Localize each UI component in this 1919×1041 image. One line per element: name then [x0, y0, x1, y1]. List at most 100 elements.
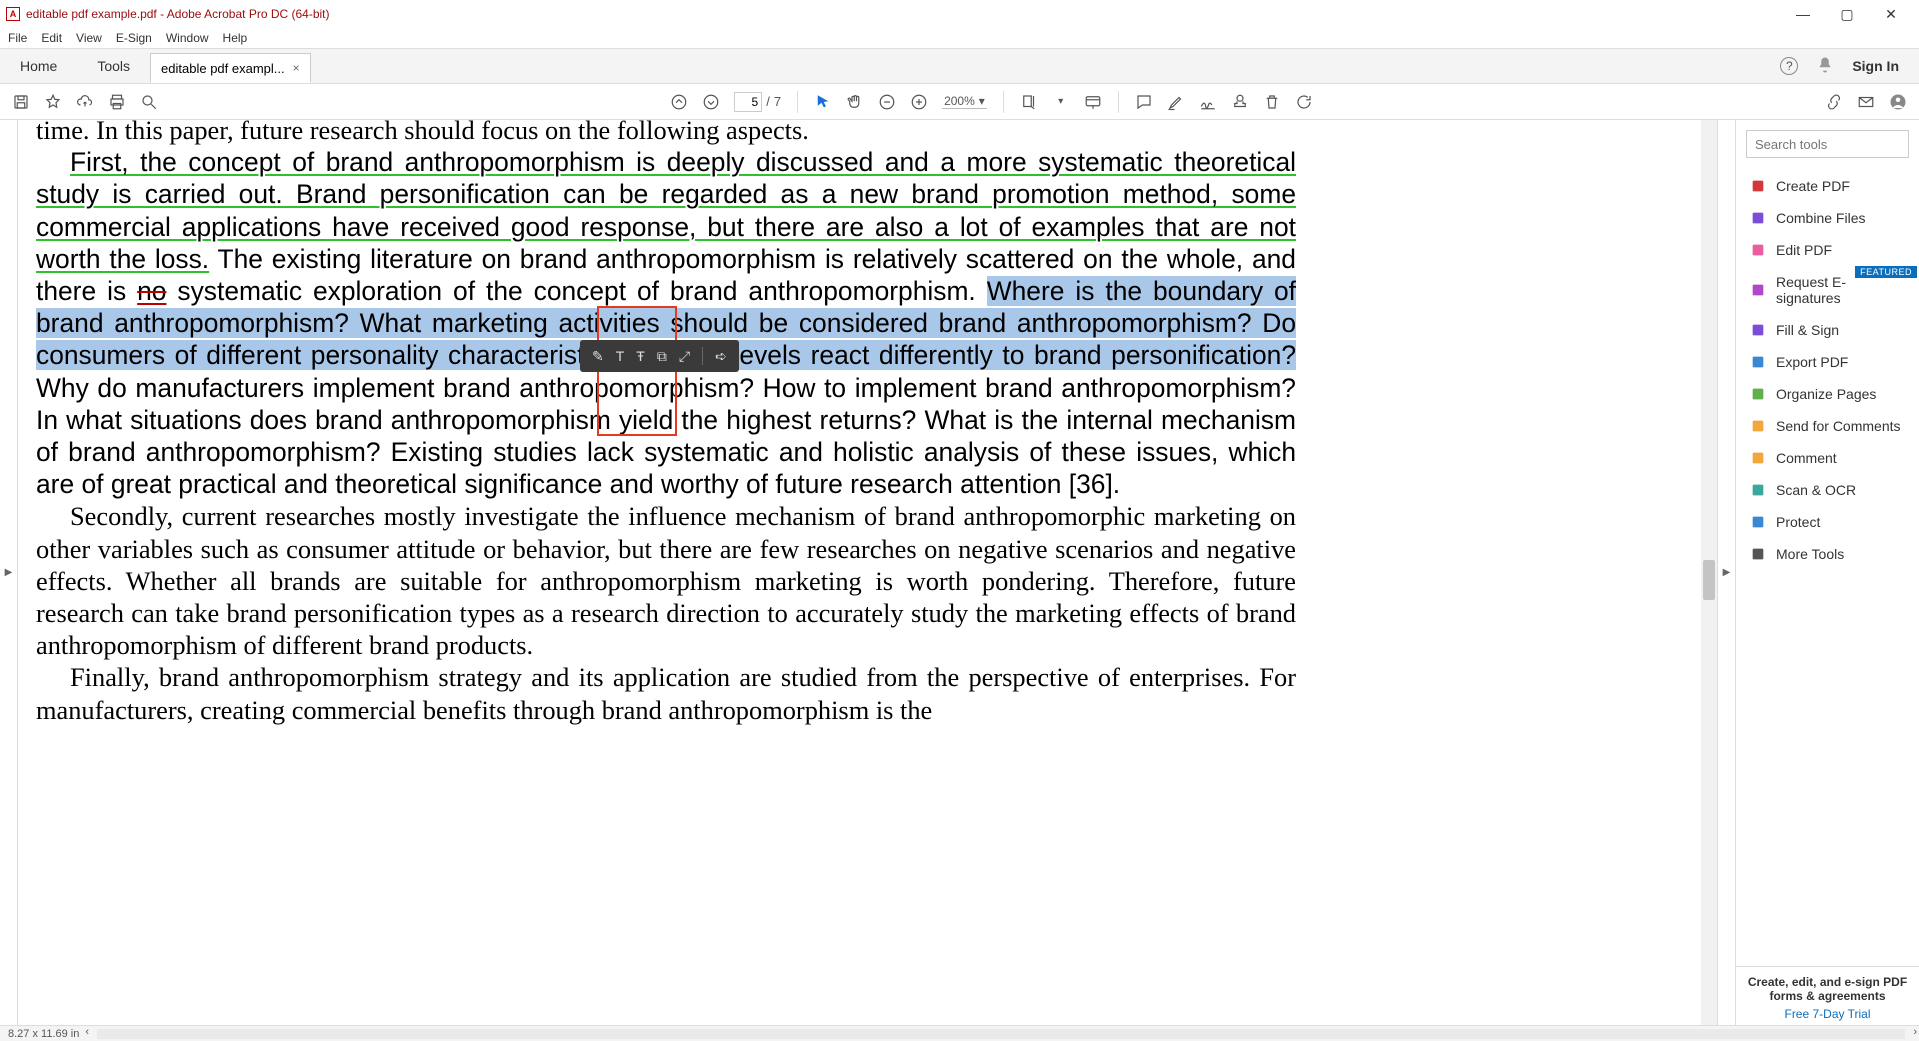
- copy-icon[interactable]: ⧉: [657, 348, 667, 365]
- doc-text: First, the concept of brand anthropomorp…: [36, 146, 1296, 500]
- tool-comment[interactable]: Comment: [1736, 442, 1919, 474]
- tool-protect[interactable]: Protect: [1736, 506, 1919, 538]
- main-toolbar: / 7 200% ▾ ▾: [0, 84, 1919, 120]
- cloud-upload-icon[interactable]: [76, 93, 94, 111]
- star-icon[interactable]: [44, 93, 62, 111]
- menu-view[interactable]: View: [76, 31, 102, 45]
- stamp-icon[interactable]: [1231, 93, 1249, 111]
- fit-page-dropdown-icon[interactable]: ▾: [1052, 93, 1070, 111]
- tool-export-pdf[interactable]: Export PDF: [1736, 346, 1919, 378]
- print-icon[interactable]: [108, 93, 126, 111]
- window-close-button[interactable]: ✕: [1869, 0, 1913, 28]
- tool-label: More Tools: [1776, 546, 1844, 562]
- fit-width-icon[interactable]: [1020, 93, 1038, 111]
- tab-document-close[interactable]: ×: [293, 61, 300, 75]
- tool-icon: [1750, 282, 1766, 298]
- share-link-icon[interactable]: [1825, 93, 1843, 111]
- scrollbar-thumb[interactable]: [1703, 560, 1715, 600]
- menu-bar: File Edit View E-Sign Window Help: [0, 28, 1919, 48]
- chevron-down-icon: ▾: [979, 94, 985, 108]
- zoom-dropdown[interactable]: 200% ▾: [942, 94, 987, 109]
- menu-help[interactable]: Help: [223, 31, 248, 45]
- tool-edit-pdf[interactable]: Edit PDF: [1736, 234, 1919, 266]
- doc-text: Secondly, current researches mostly inve…: [36, 500, 1296, 661]
- delete-icon[interactable]: [1263, 93, 1281, 111]
- tab-home[interactable]: Home: [0, 49, 77, 83]
- vertical-scrollbar[interactable]: [1701, 120, 1717, 1025]
- tool-fill-sign[interactable]: Fill & Sign: [1736, 314, 1919, 346]
- notifications-icon[interactable]: [1816, 56, 1834, 77]
- window-title: editable pdf example.pdf - Adobe Acrobat…: [26, 7, 330, 21]
- window-maximize-button[interactable]: ▢: [1825, 0, 1869, 28]
- rotate-icon[interactable]: [1295, 93, 1313, 111]
- document-viewport[interactable]: time. In this paper, future research sho…: [18, 120, 1717, 1025]
- separator: [702, 347, 703, 365]
- zoom-value: 200%: [944, 94, 975, 108]
- tool-combine-files[interactable]: Combine Files: [1736, 202, 1919, 234]
- menu-window[interactable]: Window: [166, 31, 209, 45]
- tool-label: Combine Files: [1776, 210, 1865, 226]
- page-up-icon[interactable]: [670, 93, 688, 111]
- tool-icon: [1750, 386, 1766, 402]
- tool-label: Create PDF: [1776, 178, 1850, 194]
- promo-box: Create, edit, and e-sign PDF forms & agr…: [1736, 966, 1919, 1025]
- tool-request-e-signatures[interactable]: Request E-signaturesFEATURED: [1736, 266, 1919, 314]
- right-panel-toggle[interactable]: ▶: [1717, 120, 1735, 1025]
- doc-text: time. In this paper, future research sho…: [36, 120, 1296, 146]
- save-icon[interactable]: [12, 93, 30, 111]
- strikethrough-icon[interactable]: Ŧ: [636, 348, 645, 364]
- read-mode-icon[interactable]: [1084, 93, 1102, 111]
- email-icon[interactable]: [1857, 93, 1875, 111]
- tool-icon: [1750, 242, 1766, 258]
- tool-label: Protect: [1776, 514, 1820, 530]
- tools-search: [1746, 130, 1909, 158]
- search-tools-input[interactable]: [1746, 130, 1909, 158]
- tool-scan-ocr[interactable]: Scan & OCR: [1736, 474, 1919, 506]
- tab-tools[interactable]: Tools: [77, 49, 150, 83]
- window-minimize-button[interactable]: —: [1781, 0, 1825, 28]
- highlight-icon[interactable]: [1167, 93, 1185, 111]
- left-panel-toggle[interactable]: ▶: [0, 120, 18, 1025]
- edit-crop-icon[interactable]: ⤢: [679, 348, 690, 365]
- tool-send-for-comments[interactable]: Send for Comments: [1736, 410, 1919, 442]
- workspace: ▶ time. In this paper, future research s…: [0, 120, 1919, 1025]
- strikeout-annotation[interactable]: no: [137, 276, 166, 306]
- page-indicator: / 7: [734, 92, 781, 112]
- sign-in-button[interactable]: Sign In: [1852, 58, 1899, 74]
- horizontal-scrollbar[interactable]: [97, 1029, 1905, 1039]
- tool-icon: [1750, 514, 1766, 530]
- tool-icon: [1750, 546, 1766, 562]
- more-actions-icon[interactable]: ➪: [715, 348, 727, 365]
- tool-label: Send for Comments: [1776, 418, 1901, 434]
- promo-trial-link[interactable]: Free 7-Day Trial: [1742, 1007, 1913, 1021]
- page-current-input[interactable]: [734, 92, 762, 112]
- tool-label: Request E-signatures: [1776, 274, 1905, 306]
- menu-edit[interactable]: Edit: [41, 31, 62, 45]
- tool-icon: [1750, 354, 1766, 370]
- selection-tool-icon[interactable]: [814, 93, 832, 111]
- tool-create-pdf[interactable]: Create PDF: [1736, 170, 1919, 202]
- tool-label: Organize Pages: [1776, 386, 1876, 402]
- add-text-icon[interactable]: T: [616, 348, 625, 364]
- tool-more-tools[interactable]: More Tools: [1736, 538, 1919, 570]
- tab-document[interactable]: editable pdf exampl... ×: [150, 53, 311, 83]
- hand-tool-icon[interactable]: [846, 93, 864, 111]
- tool-icon: [1750, 322, 1766, 338]
- sign-icon[interactable]: [1199, 93, 1217, 111]
- find-icon[interactable]: [140, 93, 158, 111]
- page-down-icon[interactable]: [702, 93, 720, 111]
- zoom-out-icon[interactable]: [878, 93, 896, 111]
- help-icon[interactable]: ?: [1780, 57, 1798, 75]
- highlight-selection-icon[interactable]: ✎: [592, 348, 604, 365]
- menu-file[interactable]: File: [8, 31, 27, 45]
- menu-esign[interactable]: E-Sign: [116, 31, 152, 45]
- page-dimensions: 8.27 x 11.69 in: [8, 1028, 79, 1040]
- account-icon[interactable]: [1889, 93, 1907, 111]
- tool-organize-pages[interactable]: Organize Pages: [1736, 378, 1919, 410]
- sticky-note-icon[interactable]: [1135, 93, 1153, 111]
- zoom-in-icon[interactable]: [910, 93, 928, 111]
- tabs-row: Home Tools editable pdf exampl... × ? Si…: [0, 48, 1919, 84]
- tool-icon: [1750, 210, 1766, 226]
- page-total: 7: [774, 94, 781, 109]
- tool-label: Comment: [1776, 450, 1837, 466]
